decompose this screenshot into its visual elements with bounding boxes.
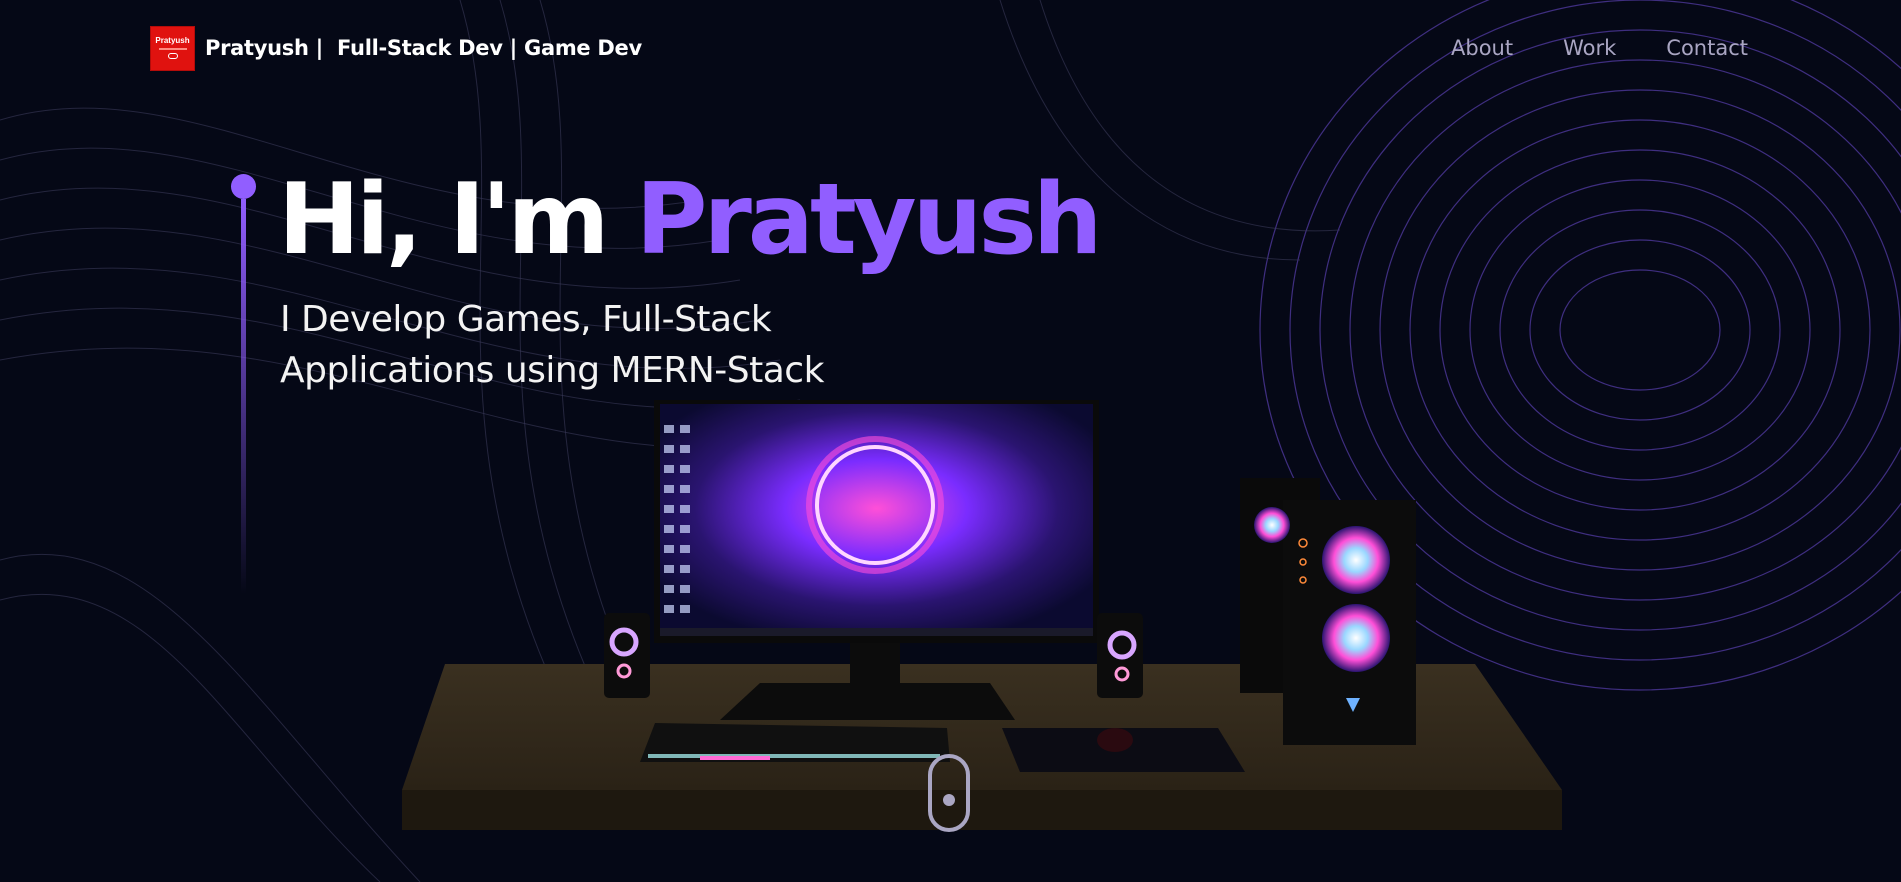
logo-underline [158,48,187,50]
hero-greeting: Hi, I'm [278,163,636,277]
top-navbar: Pratyush Pratyush | Full-Stack Dev | Gam… [0,0,1901,96]
nav-link-work[interactable]: Work [1563,36,1616,60]
logo-text: Pratyush [155,36,190,45]
nav-link-contact[interactable]: Contact [1666,36,1748,60]
scroll-down-indicator[interactable] [928,754,970,832]
hero-subtitle-line2: Applications using MERN-Stack [280,350,824,391]
brand-title: Pratyush | Full-Stack Dev | Game Dev [205,36,642,60]
nav-links: About Work Contact [1451,36,1748,60]
background-wave-pattern [0,0,1901,882]
gamepad-icon [167,53,178,59]
scroll-dot [943,794,955,806]
hero-accent-bar [240,198,246,594]
hero-subtitle-line1: I Develop Games, Full-Stack [280,299,772,340]
brand-link[interactable]: Pratyush Pratyush | Full-Stack Dev | Gam… [150,25,642,71]
brand-logo: Pratyush [150,25,195,71]
hero-name: Pratyush [635,163,1103,277]
hero-accent-line [229,174,257,594]
nav-link-about[interactable]: About [1451,36,1513,60]
hero-subtitle: I Develop Games, Full-Stack Applications … [280,294,980,396]
hero-accent-dot [230,174,256,199]
hero-title: Hi, I'm Pratyush [278,160,1103,280]
